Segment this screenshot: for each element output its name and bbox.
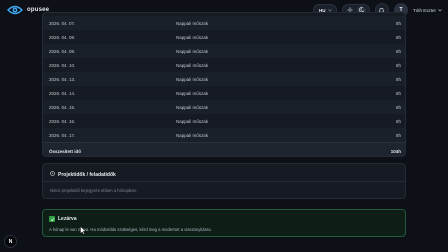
row-shift-type: Nappali műszak bbox=[176, 77, 209, 82]
row-hours: 8h bbox=[395, 105, 401, 110]
row-shift-type: Nappali műszak bbox=[176, 91, 209, 96]
row-shift-type: Nappali műszak bbox=[176, 105, 209, 110]
row-shift-type: Nappali műszak bbox=[176, 35, 209, 40]
row-hours: 8h bbox=[395, 35, 401, 40]
row-hours: 8h bbox=[395, 21, 401, 26]
row-hours: 8h bbox=[395, 77, 401, 82]
row-hours: 8h bbox=[395, 49, 401, 54]
closed-message: A hónap le van zárva. Ha módosítás szüks… bbox=[49, 227, 212, 232]
row-shift-type: Nappali műszak bbox=[176, 49, 209, 54]
total-label: Összesített idő bbox=[49, 149, 82, 154]
row-hours: 8h bbox=[395, 133, 401, 138]
table-row: 2026. 04. 16. Nappali műszak 8h bbox=[43, 114, 405, 128]
table-row: 2026. 04. 14. Nappali műszak 8h bbox=[43, 86, 405, 100]
total-row: Összesített idő 104h bbox=[43, 142, 405, 156]
table-row: 2026. 04. 13. Nappali műszak 8h bbox=[43, 72, 405, 86]
row-date: 2026. 04. 07. bbox=[49, 21, 76, 26]
user-menu[interactable]: Tóth Eszter bbox=[413, 8, 442, 13]
row-shift-type: Nappali műszak bbox=[176, 63, 209, 68]
table-row: 2026. 04. 08. Nappali műszak 8h bbox=[43, 30, 405, 44]
row-date: 2026. 04. 17. bbox=[49, 133, 76, 138]
table-row: 2026. 04. 07. Nappali műszak 8h bbox=[43, 16, 405, 30]
row-hours: 8h bbox=[395, 63, 401, 68]
row-date: 2026. 04. 10. bbox=[49, 63, 76, 68]
row-hours: 8h bbox=[395, 119, 401, 124]
eye-logo-icon bbox=[7, 4, 23, 16]
row-date: 2026. 04. 15. bbox=[49, 105, 76, 110]
project-times-card: Projektidők / feladatidők Nincs projekti… bbox=[42, 163, 406, 199]
empty-state-text: Nincs projektidő bejegyzés ebben a hónap… bbox=[50, 188, 138, 193]
closed-heading: Lezárva bbox=[58, 216, 77, 222]
month-closed-notice: Lezárva A hónap le van zárva. Ha módosít… bbox=[42, 209, 406, 237]
clock-icon bbox=[50, 171, 55, 178]
row-date: 2026. 04. 13. bbox=[49, 77, 76, 82]
table-row: 2026. 04. 15. Nappali műszak 8h bbox=[43, 100, 405, 114]
project-times-heading: Projektidők / feladatidők bbox=[58, 171, 116, 178]
table-row: 2026. 04. 10. Nappali műszak 8h bbox=[43, 58, 405, 72]
row-shift-type: Nappali műszak bbox=[176, 119, 209, 124]
row-shift-type: Nappali műszak bbox=[176, 133, 209, 138]
total-value: 104h bbox=[390, 149, 401, 154]
closed-title: Lezárva bbox=[49, 216, 77, 222]
project-times-title: Projektidők / feladatidők bbox=[50, 171, 116, 178]
check-icon bbox=[49, 216, 55, 222]
row-hours: 8h bbox=[395, 91, 401, 96]
row-date: 2026. 04. 14. bbox=[49, 91, 76, 96]
row-date: 2026. 04. 09. bbox=[49, 49, 76, 54]
row-date: 2026. 04. 16. bbox=[49, 119, 76, 124]
divider bbox=[43, 181, 405, 182]
table-row: 2026. 04. 17. Nappali műszak 8h bbox=[43, 128, 405, 142]
row-shift-type: Nappali műszak bbox=[176, 21, 209, 26]
row-date: 2026. 04. 08. bbox=[49, 35, 76, 40]
chevron-down-icon bbox=[438, 8, 442, 13]
mouse-cursor-icon bbox=[80, 222, 86, 235]
floating-action-button[interactable]: N bbox=[4, 235, 17, 248]
user-name: Tóth Eszter bbox=[412, 7, 436, 13]
table-row: 2026. 04. 09. Nappali műszak 8h bbox=[43, 44, 405, 58]
time-entries-table: 2026. 04. 07. Nappali műszak 8h 2026. 04… bbox=[42, 12, 406, 157]
